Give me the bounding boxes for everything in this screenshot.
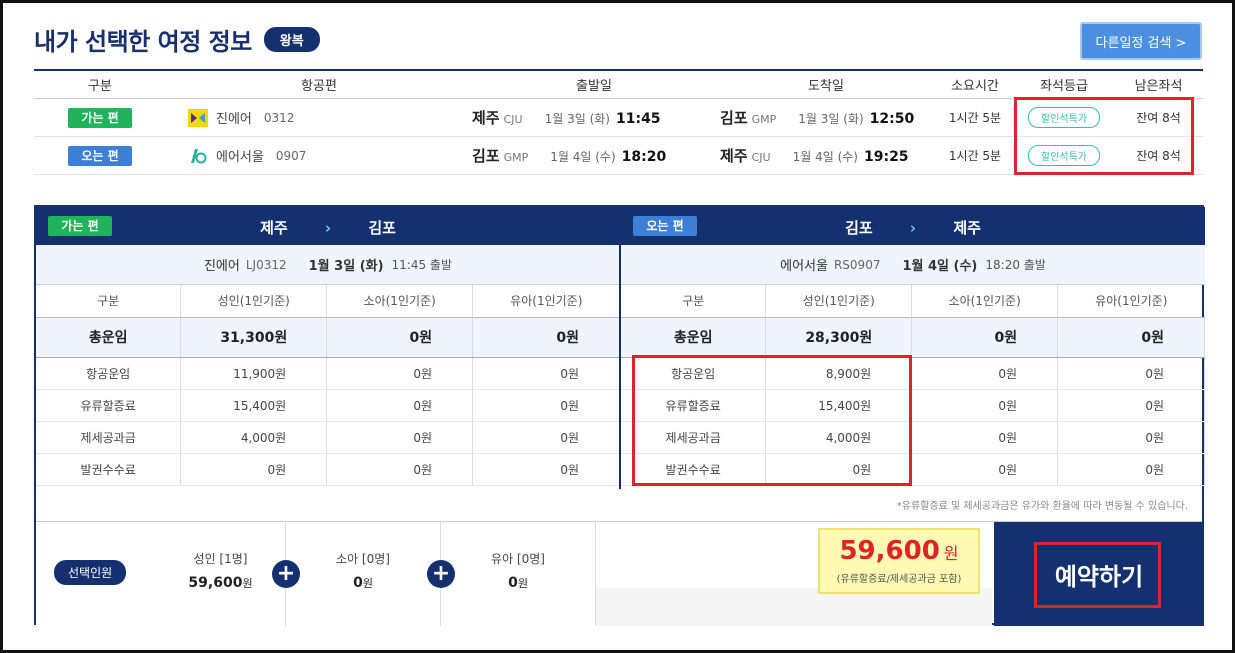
highlight-box-reserve bbox=[1034, 542, 1161, 608]
outbound-badge: 가는 편 bbox=[68, 107, 132, 128]
route-to: 제주 bbox=[953, 219, 981, 237]
col-header-remaining: 남은좌석 bbox=[1134, 79, 1183, 94]
arrival-date: 1월 4일 (수) bbox=[792, 150, 858, 164]
flight-date: 1월 4일 (수) bbox=[902, 259, 978, 274]
total-price-box: 59,600 원 (유류할증료/제세공과금 포함) bbox=[818, 528, 980, 594]
other-schedule-search-button[interactable]: 다른일정 검색 > bbox=[1080, 22, 1202, 60]
infant-summary: 유아 [0명] 0원 bbox=[441, 522, 596, 626]
flight-date: 1월 3일 (화) bbox=[308, 259, 384, 274]
fare-detail-section: 가는 편 제주 › 김포 진에어 LJ0312 1월 3일 (화) 11:45 … bbox=[34, 205, 1205, 626]
table-row: 발권수수료 0원 0원 0원 bbox=[36, 453, 620, 486]
arrival-time: 19:25 bbox=[863, 149, 909, 165]
outbound-fare-header: 가는 편 제주 › 김포 bbox=[36, 207, 620, 245]
fare-col-adult: 성인(1인기준) bbox=[765, 285, 913, 318]
col-header-duration: 소요시간 bbox=[951, 79, 999, 94]
return-fare-header: 오는 편 김포 › 제주 bbox=[621, 207, 1205, 245]
chevron-right-icon: › bbox=[324, 219, 332, 237]
departure-time: 18:20 bbox=[621, 149, 667, 165]
route: 제주 › 김포 bbox=[36, 217, 620, 238]
header: 내가 선택한 여정 정보 왕복 bbox=[34, 22, 320, 57]
booking-summary-bar: 선택인원 성인 [1명] 59,600원 + 소아 [0명] 0원 + 유아 [… bbox=[36, 521, 1204, 626]
fare-col-infant: 유아(1인기준) bbox=[1057, 285, 1205, 318]
chevron-right-icon: › bbox=[909, 219, 917, 237]
arrival-code: GMP bbox=[751, 113, 777, 126]
child-summary: 소아 [0명] 0원 bbox=[286, 522, 441, 626]
airline-name: 에어서울 bbox=[780, 259, 828, 274]
arrival-city: 제주 bbox=[720, 147, 748, 165]
highlight-box-seat-info bbox=[1014, 97, 1194, 175]
airline-name: 진에어 bbox=[203, 259, 240, 274]
airline-name: 진에어 bbox=[216, 112, 252, 127]
fare-col-child: 소아(1인기준) bbox=[911, 285, 1059, 318]
fare-total-row: 총운임 31,300원 0원 0원 bbox=[36, 317, 620, 358]
departure-date: 1월 3일 (화) bbox=[544, 112, 610, 126]
flight-number: LJ0312 bbox=[245, 257, 287, 272]
return-flight-info: 에어서울 RS0907 1월 4일 (수) 18:20 출발 bbox=[621, 245, 1205, 285]
col-header-arrival: 도착일 bbox=[808, 79, 844, 94]
airline-name: 에어서울 bbox=[216, 150, 264, 165]
departure-city: 김포 bbox=[472, 147, 500, 165]
departure-date: 1월 4일 (수) bbox=[550, 150, 616, 164]
outbound-flight-info: 진에어 LJ0312 1월 3일 (화) 11:45 출발 bbox=[36, 245, 620, 285]
arrival-time: 12:50 bbox=[869, 111, 915, 127]
total-price: 59,600 bbox=[839, 536, 940, 566]
fare-col-type: 구분 bbox=[36, 285, 182, 318]
fare-col-type: 구분 bbox=[621, 285, 767, 318]
fare-col-adult: 성인(1인기준) bbox=[180, 285, 328, 318]
outbound-fare-panel: 가는 편 제주 › 김포 진에어 LJ0312 1월 3일 (화) 11:45 … bbox=[36, 207, 620, 486]
flight-number: 0907 bbox=[275, 148, 307, 163]
fare-notice: *유류할증료 및 제세공과금은 유가와 환율에 따라 변동될 수 있습니다. bbox=[896, 501, 1188, 512]
departure-time: 11:45 bbox=[615, 111, 661, 127]
col-header-departure: 출발일 bbox=[576, 79, 612, 94]
flight-number: 0312 bbox=[263, 110, 295, 125]
departure-city: 제주 bbox=[472, 109, 500, 127]
arrival-date: 1월 3일 (화) bbox=[798, 112, 864, 126]
adult-summary: 성인 [1명] 59,600원 bbox=[156, 522, 286, 626]
return-badge: 오는 편 bbox=[68, 145, 132, 166]
fare-col-infant: 유아(1인기준) bbox=[472, 285, 620, 318]
highlight-box-fare-breakdown bbox=[632, 355, 912, 486]
passenger-summary: 선택인원 성인 [1명] 59,600원 + 소아 [0명] 0원 + 유아 [… bbox=[36, 522, 596, 626]
arrival-code: CJU bbox=[751, 151, 771, 164]
airseoul-logo-icon bbox=[188, 147, 208, 165]
route-from: 김포 bbox=[845, 219, 873, 237]
total-price-note: (유류할증료/제세공과금 포함) bbox=[836, 574, 962, 585]
arrival-city: 김포 bbox=[720, 109, 748, 127]
col-header-flight: 항공편 bbox=[301, 79, 337, 94]
departure-code: GMP bbox=[503, 151, 529, 164]
route-from: 제주 bbox=[260, 219, 288, 237]
page-title: 내가 선택한 여정 정보 bbox=[34, 28, 252, 56]
outbound-fare-table: 구분 성인(1인기준) 소아(1인기준) 유아(1인기준) 총운임 31,300… bbox=[36, 285, 620, 486]
departure-code: CJU bbox=[503, 113, 523, 126]
departure-time: 11:45 출발 bbox=[391, 258, 453, 272]
col-header-seat-class: 좌석등급 bbox=[1040, 79, 1088, 94]
fare-total-row: 총운임 28,300원 0원 0원 bbox=[621, 317, 1205, 358]
table-row: 유류할증료 15,400원 0원 0원 bbox=[36, 389, 620, 422]
flight-duration: 1시간 5분 bbox=[948, 149, 1002, 163]
fare-col-child: 소아(1인기준) bbox=[326, 285, 474, 318]
table-row: 항공운임 11,900원 0원 0원 bbox=[36, 357, 620, 390]
itinerary-header: 구분 항공편 출발일 도착일 소요시간 좌석등급 남은좌석 bbox=[34, 69, 1203, 99]
route: 김포 › 제주 bbox=[621, 217, 1205, 238]
flight-duration: 1시간 5분 bbox=[948, 111, 1002, 125]
flight-number: RS0907 bbox=[833, 257, 881, 272]
selected-passengers-badge: 선택인원 bbox=[54, 560, 127, 585]
jinair-logo-icon bbox=[188, 108, 208, 127]
col-header-type: 구분 bbox=[88, 79, 112, 94]
route-to: 김포 bbox=[368, 219, 396, 237]
departure-time: 18:20 출발 bbox=[985, 258, 1046, 272]
trip-type-badge: 왕복 bbox=[263, 27, 320, 52]
table-row: 제세공과금 4,000원 0원 0원 bbox=[36, 421, 620, 454]
